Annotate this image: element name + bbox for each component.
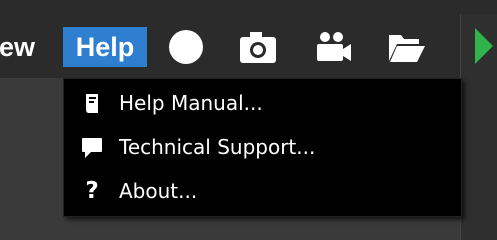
chat-bubble-icon (80, 135, 104, 159)
camera-icon[interactable] (238, 29, 278, 65)
play-icon[interactable] (461, 14, 497, 74)
help-dropdown-menu: Help Manual... Technical Support... ? Ab… (63, 78, 462, 217)
menu-item-technical-support[interactable]: Technical Support... (64, 127, 461, 167)
menu-item-about[interactable]: ? About... (64, 171, 461, 211)
menu-help[interactable]: Help (63, 27, 147, 67)
menu-view-label: View (0, 32, 36, 62)
question-mark-icon: ? (85, 178, 99, 204)
menu-item-label: About... (119, 179, 198, 203)
menu-view[interactable]: View (0, 27, 35, 67)
menu-bar: View Help (0, 0, 497, 240)
folder-open-icon[interactable] (387, 29, 427, 65)
menu-item-label: Technical Support... (119, 135, 316, 159)
menu-item-help-manual[interactable]: Help Manual... (64, 83, 461, 123)
record-circle-icon[interactable] (166, 29, 206, 65)
book-icon (80, 91, 104, 115)
video-camera-icon[interactable] (313, 29, 353, 65)
menu-item-label: Help Manual... (119, 91, 263, 115)
side-panel (460, 14, 497, 240)
